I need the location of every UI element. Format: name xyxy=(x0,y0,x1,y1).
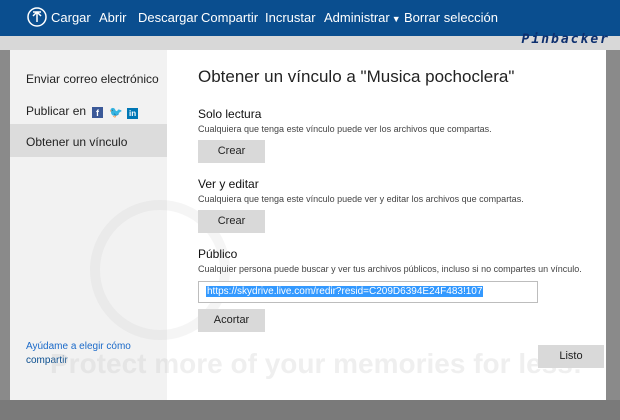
sidebar-publish-label: Publicar en xyxy=(26,104,87,118)
public-desc: Cualquier persona puede buscar y ver tus… xyxy=(198,264,582,274)
toolbar-upload[interactable]: Cargar xyxy=(51,10,91,25)
view-edit-title: Ver y editar xyxy=(198,177,259,191)
shorten-button[interactable]: Acortar xyxy=(198,309,265,332)
read-only-create-button[interactable]: Crear xyxy=(198,140,265,163)
facebook-icon[interactable]: f xyxy=(92,107,104,118)
toolbar-open[interactable]: Abrir xyxy=(99,10,126,25)
toolbar-share[interactable]: Compartir xyxy=(201,10,258,25)
view-edit-desc: Cualquiera que tenga este vínculo puede … xyxy=(198,194,524,204)
toolbar-manage[interactable]: Administrar ▼ xyxy=(324,10,401,25)
sidebar-item-email[interactable]: Enviar correo electrónico xyxy=(26,72,159,86)
bottom-background xyxy=(0,400,620,420)
public-title: Público xyxy=(198,247,238,261)
share-dialog: Enviar correo electrónico Publicar en f 🐦 i… xyxy=(10,50,606,400)
toolbar-manage-label: Administrar xyxy=(324,10,390,25)
toolbar-download[interactable]: Descargar xyxy=(138,10,198,25)
twitter-icon[interactable]: 🐦 xyxy=(109,108,123,119)
public-link-field[interactable]: https://skydrive.live.com/redir?resid=C2… xyxy=(198,281,538,303)
view-edit-create-button[interactable]: Crear xyxy=(198,210,265,233)
watermark-overlay-text: Protect more of your memories for less! xyxy=(50,348,583,379)
pinbacker-watermark: Pinbacker xyxy=(521,32,610,47)
chevron-down-icon: ▼ xyxy=(391,14,401,24)
upload-arrow-icon[interactable] xyxy=(27,7,47,27)
sidebar-item-get-link[interactable]: Obtener un vínculo xyxy=(26,135,127,149)
sidebar-item-publish[interactable]: Publicar en f 🐦 in xyxy=(26,104,139,119)
linkedin-icon[interactable]: in xyxy=(127,108,139,119)
dialog-title: Obtener un vínculo a "Musica pochoclera" xyxy=(198,67,515,86)
app-toolbar: Cargar Abrir Descargar Compartir Incrust… xyxy=(0,0,620,36)
done-button[interactable]: Listo xyxy=(538,345,604,368)
toolbar-embed[interactable]: Incrustar xyxy=(265,10,316,25)
read-only-desc: Cualquiera que tenga este vínculo puede … xyxy=(198,124,492,134)
public-link-text: https://skydrive.live.com/redir?resid=C2… xyxy=(206,286,484,297)
read-only-title: Solo lectura xyxy=(198,107,262,121)
toolbar-clear-selection[interactable]: Borrar selección xyxy=(404,10,498,25)
